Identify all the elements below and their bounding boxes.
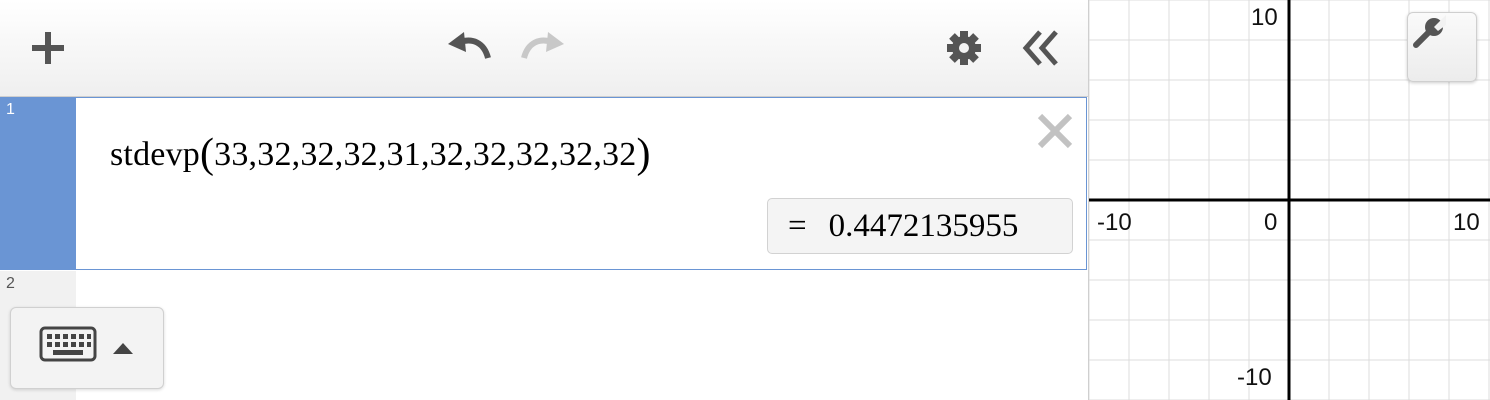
caret-up-icon (113, 343, 133, 354)
undo-button[interactable] (442, 26, 494, 66)
keyboard-icon (39, 326, 97, 362)
delete-expression-button[interactable] (1034, 110, 1076, 152)
expression-number: 2 (6, 275, 15, 292)
function-arguments: 33,32,32,32,31,32,32,32,32,32 (214, 136, 637, 173)
add-item-button[interactable] (24, 24, 72, 72)
function-name: stdevp (110, 136, 200, 173)
result-value: 0.4472135955 (828, 207, 1019, 244)
open-paren: ( (199, 131, 215, 177)
plus-icon (32, 32, 64, 64)
x-axis-tick-label: 10 (1453, 209, 1480, 236)
wrench-icon (1413, 15, 1446, 48)
math-formula[interactable]: stdevp(33,32,32,32,31,32,32,32,32,32) (110, 128, 651, 177)
expression-number: 1 (6, 101, 15, 118)
keyboard-toggle-button[interactable] (10, 307, 164, 389)
origin-tick-label: 0 (1264, 209, 1278, 236)
expression-toolbar (0, 0, 1088, 97)
y-axis-tick-label: -10 (1237, 364, 1272, 391)
close-paren: ) (636, 131, 651, 177)
settings-button[interactable] (940, 24, 988, 72)
close-icon (1037, 113, 1073, 149)
gear-icon (947, 31, 981, 65)
graph-paper[interactable]: 10 -10 0 10 -10 (1089, 0, 1490, 400)
graph-settings-button[interactable] (1407, 12, 1477, 82)
equals-sign: = (788, 207, 807, 244)
evaluation-result: = 0.4472135955 (767, 198, 1073, 254)
collapse-panel-button[interactable] (1014, 24, 1066, 72)
x-axis-tick-label: -10 (1097, 209, 1132, 236)
y-axis-tick-label: 10 (1251, 4, 1278, 31)
redo-icon (521, 32, 564, 59)
redo-button[interactable] (518, 26, 570, 66)
double-chevron-left-icon (1022, 30, 1058, 66)
undo-icon (448, 32, 491, 59)
expression-gutter[interactable]: 1 (0, 97, 76, 270)
expression-list-panel: 1 stdevp(33,32,32,32,31,32,32,32,32,32) … (0, 0, 1089, 400)
